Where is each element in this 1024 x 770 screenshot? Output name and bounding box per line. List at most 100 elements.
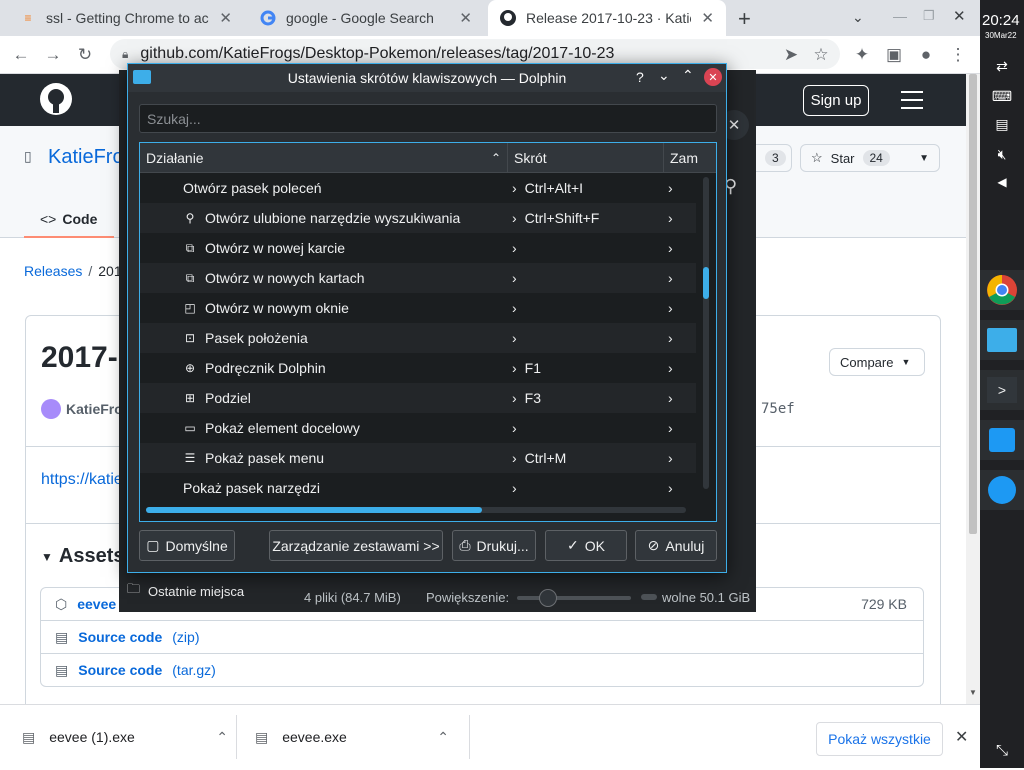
- manage-schemes-button[interactable]: Zarządzanie zestawami >>: [269, 530, 443, 561]
- shortcut-cell[interactable]: › F3: [512, 390, 541, 406]
- scrollbar-thumb[interactable]: [146, 507, 482, 513]
- assets-toggle[interactable]: ▼ Assets: [41, 545, 125, 568]
- author-link[interactable]: KatieFro: [66, 401, 123, 417]
- compare-button[interactable]: Compare ▼: [829, 348, 925, 376]
- chevron-right-icon[interactable]: ›: [668, 330, 673, 346]
- shortcut-row[interactable]: ▭ Pokaż element docelowy › ›: [140, 413, 696, 443]
- asset-name[interactable]: eevee: [77, 596, 116, 612]
- column-shortcut[interactable]: Skrót: [508, 143, 664, 173]
- asset-row[interactable]: ▤ Source code (zip): [40, 620, 924, 654]
- column-action[interactable]: Działanie ⌃: [140, 143, 508, 173]
- avatar[interactable]: [41, 399, 61, 419]
- minimize-icon[interactable]: —: [893, 8, 907, 24]
- zoom-slider[interactable]: [517, 589, 631, 607]
- shortcut-row[interactable]: Otwórz pasek poleceń › Ctrl+Alt+I ›: [140, 173, 696, 203]
- chevron-right-icon[interactable]: ›: [668, 360, 673, 376]
- asset-name[interactable]: Source code: [78, 629, 162, 645]
- tab-google[interactable]: google - Google Search ✕: [248, 0, 484, 36]
- zoom-slider-handle[interactable]: [539, 589, 557, 607]
- shortcut-cell[interactable]: ›: [512, 420, 525, 436]
- chevron-right-icon[interactable]: ›: [668, 180, 673, 196]
- scroll-down-icon[interactable]: ▼: [969, 688, 977, 697]
- github-logo-icon[interactable]: [40, 83, 72, 115]
- shortcut-row[interactable]: ◰ Otwórz w nowym oknie › ›: [140, 293, 696, 323]
- chevron-right-icon[interactable]: ›: [668, 480, 673, 496]
- reload-icon[interactable]: ↻: [74, 44, 96, 66]
- show-all-button[interactable]: Pokaż wszystkie: [816, 722, 943, 756]
- shortcut-row[interactable]: ⚲ Otwórz ulubione narzędzie wyszukiwania …: [140, 203, 696, 233]
- shortcut-row[interactable]: ⧉ Otwórz w nowych kartach › ›: [140, 263, 696, 293]
- tab-search-icon[interactable]: ⌄: [852, 9, 864, 26]
- chrome-app-icon[interactable]: [980, 270, 1024, 310]
- star-button[interactable]: ☆ Star 24 ▼: [800, 144, 940, 172]
- settings-app-icon[interactable]: [980, 470, 1024, 510]
- tab-ssl[interactable]: ≡ ssl - Getting Chrome to accep ✕: [8, 0, 244, 36]
- shortcut-cell[interactable]: › Ctrl+Shift+F: [512, 210, 599, 226]
- chevron-right-icon[interactable]: ›: [668, 270, 673, 286]
- tab-code[interactable]: <> Code: [24, 202, 114, 238]
- chevron-right-icon[interactable]: ›: [668, 300, 673, 316]
- search-input[interactable]: Szukaj...: [139, 104, 717, 133]
- close-download-bar-icon[interactable]: ✕: [955, 727, 968, 747]
- asset-row[interactable]: ▤ Source code (tar.gz): [40, 653, 924, 687]
- shortcut-cell[interactable]: ›: [512, 300, 525, 316]
- scrollbar-thumb[interactable]: [969, 74, 977, 534]
- chevron-right-icon[interactable]: ›: [668, 240, 673, 256]
- tab-github-release[interactable]: Release 2017-10-23 · KatieFrog ✕: [488, 0, 726, 36]
- places-item[interactable]: 🗀︎ Ostatnie miejsca: [127, 580, 244, 602]
- sign-up-button[interactable]: Sign up: [803, 85, 869, 116]
- chevron-right-icon[interactable]: ›: [668, 390, 673, 406]
- send-icon[interactable]: ➤: [780, 44, 802, 66]
- horizontal-scrollbar[interactable]: [146, 507, 686, 513]
- defaults-button[interactable]: ▢ Domyślne: [139, 530, 235, 561]
- shortcut-row[interactable]: ⊡ Pasek położenia › ›: [140, 323, 696, 353]
- dolphin-app-icon[interactable]: [980, 320, 1024, 360]
- shortcut-row[interactable]: ☰ Pokaż pasek menu › Ctrl+M ›: [140, 443, 696, 473]
- help-icon[interactable]: ?: [636, 69, 644, 85]
- shortcut-cell[interactable]: ›: [512, 330, 525, 346]
- asset-name[interactable]: Source code: [78, 662, 162, 678]
- column-alternate[interactable]: Zam: [664, 143, 716, 173]
- shortcut-cell[interactable]: › F1: [512, 360, 541, 376]
- side-panel-icon[interactable]: ▣: [883, 44, 905, 66]
- store-app-icon[interactable]: [980, 420, 1024, 460]
- shortcut-row[interactable]: ⧉ Otwórz w nowej karcie › ›: [140, 233, 696, 263]
- shortcut-row[interactable]: ⊕ Podręcznik Dolphin › F1 ›: [140, 353, 696, 383]
- new-tab-button[interactable]: +: [738, 6, 751, 32]
- repo-owner-link[interactable]: KatieFro: [48, 146, 124, 169]
- back-icon[interactable]: ←: [10, 44, 32, 66]
- download-item[interactable]: ▤ eevee.exe ⌃: [255, 705, 469, 769]
- close-tab-icon[interactable]: ✕: [701, 9, 714, 27]
- close-icon[interactable]: ✕: [704, 68, 722, 86]
- commit-hash[interactable]: 75ef: [761, 401, 795, 417]
- scrollbar-thumb[interactable]: [703, 267, 709, 299]
- profile-icon[interactable]: ●: [915, 44, 937, 66]
- shortcut-cell[interactable]: ›: [512, 270, 525, 286]
- maximize-icon[interactable]: ❐: [923, 8, 935, 24]
- shortcut-cell[interactable]: ›: [512, 240, 525, 256]
- bookmark-star-icon[interactable]: ☆: [810, 44, 832, 66]
- extensions-icon[interactable]: ✦: [851, 44, 873, 66]
- releases-link[interactable]: Releases: [24, 263, 82, 279]
- release-link[interactable]: https://katie: [41, 471, 123, 489]
- shortcut-cell[interactable]: › Ctrl+Alt+I: [512, 180, 583, 196]
- maximize-icon[interactable]: ⌃: [682, 67, 694, 84]
- close-tab-icon[interactable]: ✕: [459, 9, 472, 27]
- collapse-arrow-icon[interactable]: ◀: [980, 162, 1024, 202]
- chevron-up-icon[interactable]: ⌃: [216, 729, 228, 746]
- print-button[interactable]: ⎙ Drukuj...: [452, 530, 536, 561]
- chevron-right-icon[interactable]: ›: [668, 210, 673, 226]
- forward-icon[interactable]: →: [42, 44, 64, 66]
- chevron-up-icon[interactable]: ⌃: [437, 729, 449, 746]
- download-item[interactable]: ▤ eevee (1).exe ⌃: [22, 705, 236, 769]
- terminal-app-icon[interactable]: >: [980, 370, 1024, 410]
- close-window-icon[interactable]: ✕: [953, 7, 966, 25]
- chrome-menu-icon[interactable]: ⋮: [947, 44, 969, 66]
- shortcut-cell[interactable]: ›: [512, 480, 525, 496]
- ok-button[interactable]: ✓ OK: [545, 530, 627, 561]
- shortcut-cell[interactable]: › Ctrl+M: [512, 450, 566, 466]
- cancel-button[interactable]: ⊘ Anuluj: [635, 530, 717, 561]
- resize-icon[interactable]: ⤡: [980, 730, 1024, 770]
- minimize-icon[interactable]: ⌄: [658, 67, 670, 84]
- shortcut-row[interactable]: ⊞ Podziel › F3 ›: [140, 383, 696, 413]
